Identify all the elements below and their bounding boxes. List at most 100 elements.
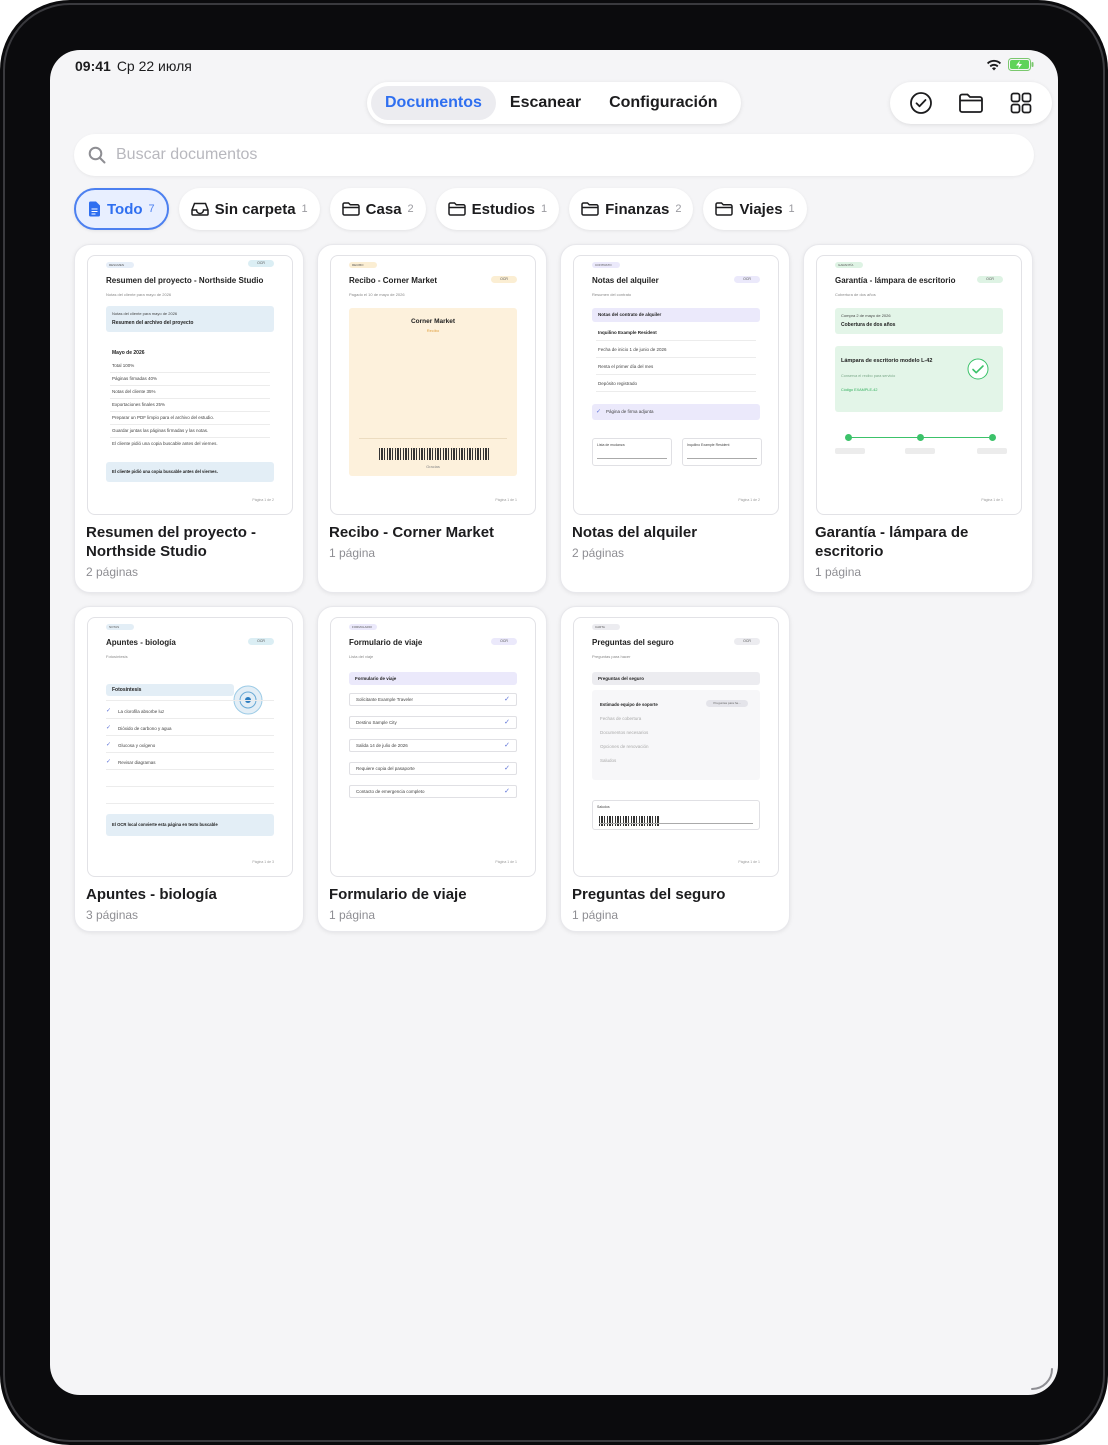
divider <box>110 424 270 425</box>
preview-box-bold: Notas del contrato de alquiler <box>598 312 662 317</box>
check-icon: ✓ <box>106 742 112 748</box>
form-row-text: Salida 14 de julio de 2026 <box>356 743 408 748</box>
document-page-count: 2 páginas <box>86 565 139 579</box>
preview-footer: Página 1 de 1 <box>495 498 517 502</box>
document-thumbnail: NOTAS OCR Apuntes - biología Fotosíntesi… <box>87 617 293 877</box>
check-icon: ✓ <box>504 765 510 772</box>
preview-callout: El cliente pidió una copia buscable ante… <box>106 462 274 482</box>
filter-label: Todo <box>107 200 143 218</box>
document-thumbnail: GARANTÍA OCR Garantía - lámpara de escri… <box>816 255 1022 515</box>
folder-icon <box>447 202 466 216</box>
preview-heading: Resumen del proyecto - Northside Studio <box>106 276 264 285</box>
divider <box>110 385 270 386</box>
divider <box>106 803 274 804</box>
preview-box: Compra 2 de mayo de 2026 Cobertura de do… <box>835 308 1003 334</box>
filter-casa[interactable]: Casa 2 <box>329 188 426 230</box>
search-icon <box>88 146 106 164</box>
document-page-count: 1 página <box>815 565 862 579</box>
preview-callout-text: El OCR local convierte esta página en te… <box>112 822 218 827</box>
document-thumbnail: RESUMEN OCR Resumen del proyecto - North… <box>87 255 293 515</box>
form-row: Contacto de emergencia completo ✓ <box>349 785 517 798</box>
letter-body: Estimado equipo de soporte Preguntas par… <box>592 690 760 780</box>
preview-footer: Página 1 de 1 <box>738 860 760 864</box>
checklist-item: Glucosa y oxígeno <box>118 743 156 748</box>
document-card[interactable]: CONTRATO OCR Notas del alquiler Resumen … <box>560 244 790 593</box>
form-row-text: Requiere copia del pasaporte <box>356 766 415 771</box>
preview-ocr-badge: OCR <box>734 638 760 645</box>
filter-estudios[interactable]: Estudios 1 <box>435 188 560 230</box>
divider <box>106 769 274 770</box>
preview-tag: RESUMEN <box>106 262 134 268</box>
divider <box>106 752 274 753</box>
divider <box>596 340 756 341</box>
search-input[interactable] <box>116 146 916 164</box>
preview-box-small: Compra 2 de mayo de 2026 <box>841 313 891 318</box>
folders-button[interactable] <box>953 86 989 120</box>
document-card[interactable]: RECIBO OCR Recibo - Corner Market Pagado… <box>317 244 547 593</box>
resize-corner-icon[interactable] <box>1028 1365 1056 1393</box>
checkmark-circle-icon <box>967 358 989 380</box>
form-row: Solicitante Example Traveler ✓ <box>349 693 517 706</box>
layout-button[interactable] <box>1003 86 1039 120</box>
receipt-thanks: Gracias <box>426 464 440 469</box>
preview-heading: Apuntes - biología <box>106 638 176 647</box>
check-icon: ✓ <box>106 708 112 714</box>
letter-line: Fechas de cobertura <box>600 716 642 721</box>
signature-box: Inquilino Example Resident <box>682 438 762 466</box>
check-icon: ✓ <box>504 696 510 703</box>
preview-tag: CONTRATO <box>592 262 620 268</box>
filter-todo[interactable]: Todo 7 <box>74 188 169 230</box>
document-card[interactable]: GARANTÍA OCR Garantía - lámpara de escri… <box>803 244 1033 593</box>
form-row: Destino Sample City ✓ <box>349 716 517 729</box>
preview-ocr-badge: OCR <box>248 260 274 267</box>
progress-step <box>989 434 996 441</box>
preview-subtitle: Preguntas para hacer <box>592 654 631 659</box>
preview-attached: ✓ Página de firma adjunta <box>592 404 760 420</box>
folder-filters: Todo 7 Sin carpeta 1 Casa 2 Estudios 1 F… <box>74 188 807 230</box>
filter-count: 1 <box>301 203 308 215</box>
preview-line: El cliente pidió una copia buscable ante… <box>112 441 218 446</box>
signature-box: Saludos <box>592 800 760 830</box>
document-page-count: 3 páginas <box>86 908 139 922</box>
tab-configuracion[interactable]: Configuración <box>595 86 731 120</box>
preview-box-bold: Preguntas del seguro <box>598 676 645 681</box>
select-button[interactable] <box>903 86 939 120</box>
filter-sin-carpeta[interactable]: Sin carpeta 1 <box>178 188 320 230</box>
preview-subtitle: Notas del cliente para mayo de 2026 <box>106 292 172 297</box>
checklist-item: Revisar diagramas <box>118 760 156 765</box>
divider <box>110 398 270 399</box>
signature-box: Lista de mudanza <box>592 438 672 466</box>
preview-line: Renta el primer día del mes <box>598 364 654 369</box>
document-card[interactable]: FORMULARIO OCR Formulario de viaje Lista… <box>317 606 547 932</box>
folder-icon <box>959 93 983 113</box>
tab-escanear[interactable]: Escanear <box>496 86 595 120</box>
status-bar: 09:41 Ср 22 июля <box>75 58 192 74</box>
preview-subtitle: Lista del viaje <box>349 654 374 659</box>
preview-tag: RECIBO <box>349 262 377 268</box>
filter-count: 1 <box>788 203 795 215</box>
preview-line: Páginas firmadas 40% <box>112 376 158 381</box>
divider <box>359 438 507 439</box>
document-card[interactable]: NOTAS OCR Apuntes - biología Fotosíntesi… <box>74 606 304 932</box>
wifi-icon <box>987 59 1001 70</box>
filter-finanzas[interactable]: Finanzas 2 <box>569 188 694 230</box>
main-tabs: Documentos Escanear Configuración <box>367 82 741 124</box>
receipt-store: Corner Market <box>410 318 456 325</box>
tab-documentos[interactable]: Documentos <box>371 86 496 120</box>
preview-ocr-badge: OCR <box>734 276 760 283</box>
signature-line <box>687 458 757 459</box>
preview-subtitle: Cobertura de dos años <box>835 292 876 297</box>
preview-line: Total 100% <box>112 363 135 368</box>
divider <box>106 718 274 719</box>
document-card[interactable]: RESUMEN OCR Resumen del proyecto - North… <box>74 244 304 593</box>
document-page-count: 1 página <box>329 908 376 922</box>
filter-viajes[interactable]: Viajes 1 <box>703 188 807 230</box>
preview-footer: Página 1 de 2 <box>738 498 760 502</box>
divider <box>596 374 756 375</box>
document-page-count: 2 páginas <box>572 546 625 560</box>
document-icon <box>89 201 100 217</box>
progress-step <box>845 434 852 441</box>
status-time: 09:41 <box>75 58 111 74</box>
progress-step <box>917 434 924 441</box>
document-card[interactable]: CARTA OCR Preguntas del seguro Preguntas… <box>560 606 790 932</box>
